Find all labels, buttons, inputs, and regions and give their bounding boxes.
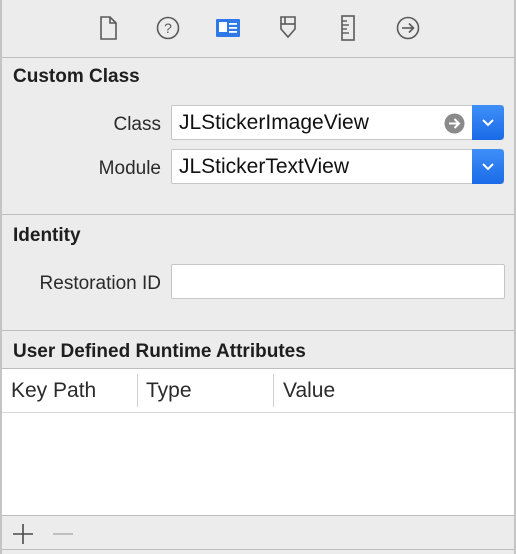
minus-icon[interactable] xyxy=(51,522,75,546)
svg-text:?: ? xyxy=(164,20,172,36)
table-bottom-bar xyxy=(2,516,514,549)
inspector-toolbar: ? xyxy=(2,0,514,57)
column-divider xyxy=(273,374,274,407)
divider xyxy=(2,57,514,58)
class-value: JLStickerImageView xyxy=(179,110,369,134)
divider xyxy=(2,214,514,215)
column-type[interactable]: Type xyxy=(146,368,192,413)
size-inspector-icon[interactable] xyxy=(329,9,367,47)
divider xyxy=(2,368,514,369)
column-value[interactable]: Value xyxy=(283,368,335,413)
divider xyxy=(2,549,514,550)
module-dropdown-button[interactable] xyxy=(472,149,504,184)
plus-icon[interactable] xyxy=(11,522,35,546)
attributes-inspector-icon[interactable] xyxy=(269,9,307,47)
go-to-class-icon[interactable] xyxy=(444,113,465,134)
quick-help-icon[interactable]: ? xyxy=(149,9,187,47)
class-combo-box[interactable]: JLStickerImageView xyxy=(171,105,504,140)
module-value: JLStickerTextView xyxy=(179,154,350,178)
runtime-attributes-table[interactable]: Key Path Type Value xyxy=(2,368,514,515)
file-inspector-icon[interactable] xyxy=(89,9,127,47)
class-dropdown-button[interactable] xyxy=(472,105,504,140)
identity-inspector-icon[interactable] xyxy=(209,9,247,47)
restoration-id-label: Restoration ID xyxy=(39,273,161,294)
divider xyxy=(2,330,514,331)
identity-title: Identity xyxy=(13,225,81,246)
runtime-attributes-title: User Defined Runtime Attributes xyxy=(13,341,306,362)
table-header: Key Path Type Value xyxy=(2,368,514,413)
class-label: Class xyxy=(113,114,161,135)
column-divider xyxy=(137,374,138,407)
connections-inspector-icon[interactable] xyxy=(389,9,427,47)
module-combo-box[interactable]: JLStickerTextView xyxy=(171,149,504,184)
restoration-id-field[interactable] xyxy=(171,264,505,299)
custom-class-title: Custom Class xyxy=(13,66,140,87)
column-key-path[interactable]: Key Path xyxy=(11,368,96,413)
chevron-down-icon xyxy=(482,118,494,126)
chevron-down-icon xyxy=(482,162,494,170)
module-label: Module xyxy=(98,158,161,179)
